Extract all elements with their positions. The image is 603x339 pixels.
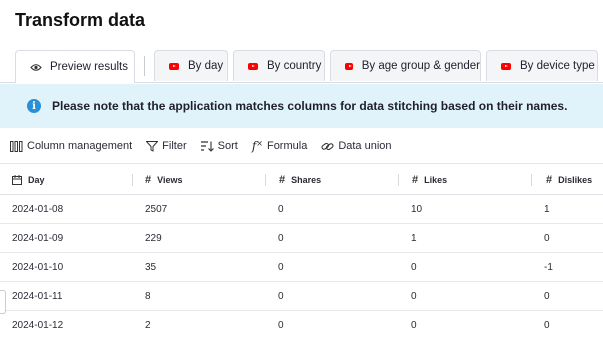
side-panel-handle[interactable] [0, 290, 6, 314]
cell-day: 2024-01-11 [12, 290, 63, 302]
data-union-label: Data union [338, 140, 392, 152]
youtube-icon [169, 62, 179, 70]
youtube-icon [248, 62, 258, 70]
column-resizer[interactable] [531, 174, 532, 186]
cell-shares: 0 [278, 203, 284, 215]
youtube-icon [501, 62, 511, 70]
cell-likes: 1 [411, 232, 417, 244]
info-banner: i Please note that the application match… [0, 84, 603, 128]
banner-text: Please note that the application matches… [52, 99, 568, 113]
eye-icon [30, 63, 42, 72]
data-union-button[interactable]: Data union [321, 140, 392, 152]
cell-views: 35 [145, 261, 157, 273]
filter-button[interactable]: Filter [146, 140, 187, 152]
column-header-dislikes[interactable]: # Dislikes [546, 165, 592, 194]
sort-label: Sort [217, 140, 238, 152]
number-type-icon: # [145, 173, 152, 186]
cell-day: 2024-01-10 [12, 261, 64, 273]
divider [0, 163, 603, 164]
cell-likes: 0 [411, 290, 417, 302]
tab-divider [144, 56, 145, 76]
tab-by-device-type[interactable]: By device type [486, 50, 598, 81]
column-header-shares[interactable]: # Shares [279, 165, 321, 194]
filter-icon [146, 140, 159, 152]
cell-shares: 0 [278, 261, 284, 273]
table-row: 2024-01-09 229 0 1 0 [0, 224, 603, 253]
column-management-button[interactable]: Column management [10, 140, 132, 152]
cell-shares: 0 [278, 232, 284, 244]
sort-button[interactable]: Sort [200, 140, 238, 152]
cell-dislikes: 1 [544, 203, 550, 215]
tab-by-country[interactable]: By country [233, 50, 325, 81]
cell-views: 2507 [145, 203, 168, 215]
info-icon: i [27, 99, 41, 113]
tab-label: Preview results [50, 61, 128, 73]
calendar-icon [12, 174, 22, 185]
tab-preview-results[interactable]: Preview results [15, 50, 135, 83]
table-row: 2024-01-08 2507 0 10 1 [0, 195, 603, 224]
column-resizer[interactable] [132, 174, 133, 186]
cell-dislikes: 0 [544, 232, 550, 244]
cell-dislikes: 0 [544, 290, 550, 302]
number-type-icon: # [279, 173, 286, 186]
column-header-views[interactable]: # Views [145, 165, 182, 194]
youtube-icon [345, 62, 353, 70]
formula-button[interactable]: f × Formula [252, 139, 308, 153]
tab-bar: Preview results By day By country By age… [0, 50, 603, 83]
columns-icon [10, 140, 23, 152]
table-row: 2024-01-11 8 0 0 0 [0, 282, 603, 311]
column-management-label: Column management [27, 140, 133, 152]
cell-day: 2024-01-08 [12, 203, 64, 215]
cell-shares: 0 [278, 290, 284, 302]
column-header-likes[interactable]: # Likes [412, 165, 447, 194]
formula-label: Formula [266, 140, 308, 152]
sort-icon [200, 140, 214, 152]
page-title: Transform data [15, 10, 146, 30]
column-resizer[interactable] [265, 174, 266, 186]
table-header: Day # Views # Shares # Likes # Dislikes [0, 165, 603, 195]
cell-likes: 10 [411, 203, 423, 215]
tab-label: By device type [520, 60, 595, 72]
number-type-icon: # [546, 173, 553, 186]
tab-by-day[interactable]: By day [154, 50, 228, 81]
formula-icon: f × [251, 139, 263, 153]
column-resizer[interactable] [398, 174, 399, 186]
table-row: 2024-01-10 35 0 0 -1 [0, 253, 603, 282]
cell-views: 229 [145, 232, 162, 244]
cell-views: 8 [145, 290, 151, 302]
cell-day: 2024-01-09 [12, 232, 64, 244]
cell-likes: 0 [411, 261, 417, 273]
filter-label: Filter [162, 140, 187, 152]
number-type-icon: # [412, 173, 419, 186]
cell-dislikes: -1 [544, 261, 553, 273]
column-header-day[interactable]: Day [12, 165, 45, 194]
tab-by-age-group-gender[interactable]: By age group & gender [330, 50, 481, 81]
tab-label: By country [267, 60, 322, 72]
link-icon [321, 141, 334, 152]
toolbar: Column management Filter Sort f × Formula… [0, 136, 406, 156]
tab-label: By day [188, 60, 224, 72]
tab-label: By age group & gender [361, 60, 480, 72]
